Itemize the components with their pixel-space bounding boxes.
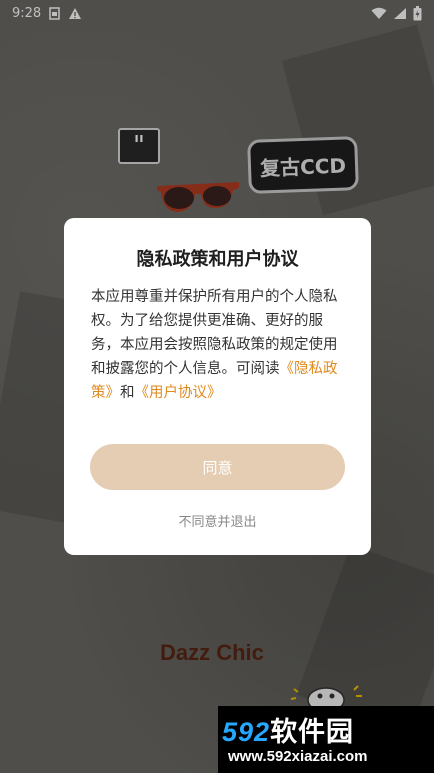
watermark-url: www.592xiazai.com <box>228 748 368 765</box>
dialog-body: 本应用尊重并保护所有用户的个人隐私权。为了给您提供更准确、更好的服务，本应用会按… <box>91 285 345 405</box>
disagree-exit-link[interactable]: 不同意并退出 <box>64 511 371 530</box>
and-text: 和 <box>120 385 135 401</box>
privacy-dialog: 隐私政策和用户协议 本应用尊重并保护所有用户的个人隐私权。为了给您提供更准确、更… <box>64 218 371 555</box>
dialog-title: 隐私政策和用户协议 <box>136 249 299 270</box>
agree-button[interactable]: 同意 <box>90 444 345 490</box>
watermark: 592软件园 www.592xiazai.com <box>218 706 434 773</box>
watermark-logo-number: 592 <box>222 717 271 747</box>
watermark-logo-text: 软件园 <box>270 717 355 747</box>
watermark-logo: 592软件园 <box>222 710 354 749</box>
user-agreement-link[interactable]: 《用户协议》 <box>135 385 222 401</box>
